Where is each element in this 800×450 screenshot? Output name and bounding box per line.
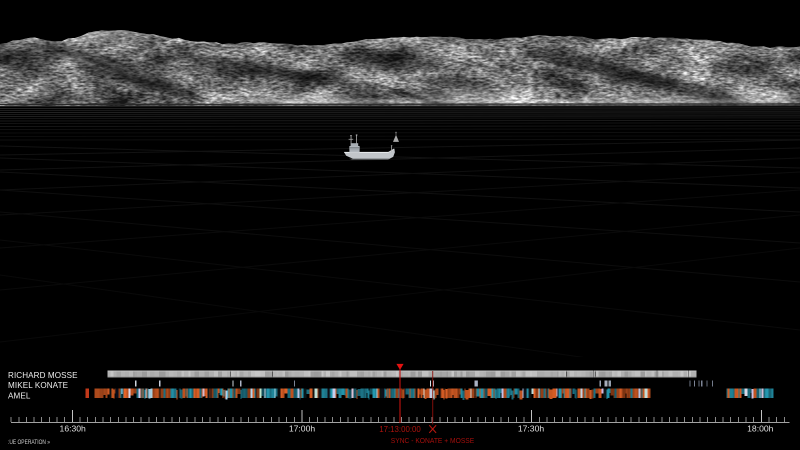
svg-text:17:13:00:00: 17:13:00:00 [379, 424, 421, 434]
svg-text:MIKEL KONATE: MIKEL KONATE [8, 381, 69, 390]
svg-text::UE OPERATION »: :UE OPERATION » [8, 439, 50, 446]
svg-text:SYNC - KONATE + MOSSE: SYNC - KONATE + MOSSE [391, 436, 475, 445]
svg-text:AMEL: AMEL [8, 391, 31, 400]
svg-text:17:30h: 17:30h [518, 424, 545, 434]
svg-text:16:30h: 16:30h [60, 424, 87, 434]
svg-text:18:00h: 18:00h [747, 424, 774, 434]
svg-text:17:00h: 17:00h [289, 424, 316, 434]
svg-text:RICHARD MOSSE: RICHARD MOSSE [8, 371, 78, 380]
